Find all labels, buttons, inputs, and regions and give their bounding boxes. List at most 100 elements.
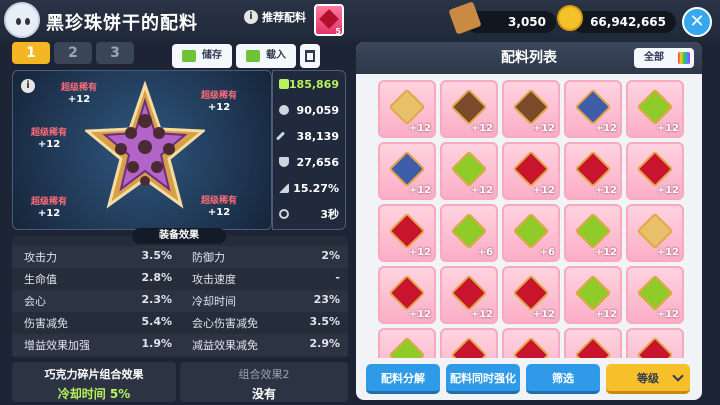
combo-title: 组合效果2 (238, 368, 290, 381)
delete-button[interactable] (300, 44, 320, 68)
topping-card[interactable]: +12 (502, 266, 560, 324)
bulk-enhance-button[interactable]: 配料同时强化 (446, 364, 520, 394)
preset-tabs: 1 2 3 (12, 42, 134, 64)
effect-value: 1.9% (141, 337, 172, 350)
topping-level: +12 (532, 309, 555, 320)
load-button[interactable]: 载入 (236, 44, 296, 68)
choco-topping-icon (450, 88, 488, 126)
topping-level: +12 (408, 185, 431, 196)
effect-key: 攻击力 (24, 251, 57, 264)
topping-card[interactable]: +12 (440, 266, 498, 324)
slot-rarity-left[interactable]: 超级稀有 +12 (31, 128, 67, 150)
topping-card[interactable]: +6 (502, 204, 560, 262)
topping-card[interactable]: +12 (440, 142, 498, 200)
effect-key: 会心 (24, 295, 46, 308)
recommend-count: 5 (335, 27, 341, 36)
berry-topping-icon (574, 336, 612, 358)
stat-value: 90,059 (296, 103, 339, 117)
filter-all-dropdown[interactable]: 全部 (634, 48, 694, 68)
tab-preset-3[interactable]: 3 (96, 42, 134, 64)
topping-level: +12 (656, 247, 679, 258)
list-title: 配料列表 (501, 50, 557, 66)
recommend-topping-card[interactable]: 5 (314, 4, 344, 36)
berry-topping-icon (512, 274, 550, 312)
effect-row: 伤害减免 5.4% 会心伤害减免 3.5% (12, 312, 348, 334)
slot-rarity-bottom-left[interactable]: 超级稀有 +12 (31, 197, 67, 219)
topping-level: +12 (656, 123, 679, 134)
save-button[interactable]: 储存 (172, 44, 232, 68)
stat-crit: 15.27% (273, 175, 345, 201)
lime-topping-icon (512, 212, 550, 250)
topping-level: +6 (477, 247, 493, 258)
sort-dropdown[interactable]: 等级 (606, 364, 690, 394)
berry-topping-icon (450, 274, 488, 312)
topping-card[interactable]: +12 (502, 142, 560, 200)
topping-card[interactable]: +12 (378, 204, 436, 262)
filter-button[interactable]: 筛选 (526, 364, 600, 394)
power-icon (279, 79, 289, 89)
crit-icon (279, 183, 289, 193)
topping-card[interactable]: +12 (564, 266, 622, 324)
topping-card[interactable]: +12 (378, 80, 436, 138)
topping-card[interactable] (502, 328, 560, 358)
topping-level: +12 (656, 309, 679, 320)
topping-card[interactable] (626, 328, 684, 358)
topping-list-panel: 配料列表 全部 +12 +12 +12 +12 +12 +12 +12 +12 +12 +12 +1… (356, 42, 702, 400)
combo-effect-2[interactable]: 组合效果2 没有 (180, 362, 348, 402)
topping-card[interactable]: +6 (440, 204, 498, 262)
lime-topping-icon (636, 88, 674, 126)
berry-topping-icon (388, 212, 426, 250)
topping-card[interactable] (440, 328, 498, 358)
topping-level: +12 (656, 185, 679, 196)
lime-topping-icon (636, 274, 674, 312)
stat-cooldown: 3秒 (273, 201, 345, 227)
effect-key: 增益效果加强 (24, 339, 90, 352)
tab-preset-1[interactable]: 1 (12, 42, 50, 64)
slot-rarity-bottom-right[interactable]: 超级稀有 +12 (201, 196, 237, 218)
topping-level: +12 (594, 185, 617, 196)
topping-card[interactable]: +12 (626, 266, 684, 324)
topping-card[interactable]: +12 (564, 204, 622, 262)
topping-card[interactable]: +12 (626, 204, 684, 262)
effect-key: 生命值 (24, 273, 57, 286)
dismantle-button[interactable]: 配料分解 (366, 364, 440, 394)
effect-value: 2.9% (309, 337, 340, 350)
timer-icon (279, 209, 289, 219)
info-icon[interactable]: i (21, 79, 35, 93)
effect-value: 2% (321, 249, 340, 262)
topping-card[interactable]: +12 (440, 80, 498, 138)
topping-card[interactable]: +12 (564, 142, 622, 200)
topping-card[interactable]: +12 (626, 142, 684, 200)
blue-topping-icon (388, 150, 426, 188)
cream-topping-icon (388, 88, 426, 126)
topping-level: +12 (594, 247, 617, 258)
trash-icon (305, 50, 315, 62)
effect-key: 攻击速度 (192, 273, 236, 286)
effect-value: 2.8% (141, 271, 172, 284)
download-icon (246, 50, 260, 62)
topping-card[interactable] (378, 328, 436, 358)
berry-topping-icon (574, 150, 612, 188)
topping-level: +6 (539, 247, 555, 258)
topping-level: +12 (594, 309, 617, 320)
effects-title: 装备效果 (132, 228, 226, 244)
topping-card[interactable]: +12 (378, 266, 436, 324)
tab-preset-2[interactable]: 2 (54, 42, 92, 64)
topping-card[interactable]: +12 (626, 80, 684, 138)
topping-card[interactable]: +12 (564, 80, 622, 138)
topping-card[interactable]: +12 (378, 142, 436, 200)
coin-currency: 66,942,665 (572, 11, 676, 33)
close-button[interactable]: ✕ (682, 7, 712, 37)
recommend-label: 推荐配料 (262, 11, 306, 24)
topping-card[interactable] (564, 328, 622, 358)
rarity-label: 超级稀有 (201, 196, 238, 206)
lime-topping-icon (388, 336, 426, 358)
topping-card[interactable]: +12 (502, 80, 560, 138)
list-actions: 配料分解 配料同时强化 筛选 等级 (366, 364, 690, 394)
effect-key: 减益效果减免 (192, 339, 258, 352)
topping-level: +12 (532, 185, 555, 196)
combo-effect-1[interactable]: 巧克力碎片组合效果 冷却时间 5% (12, 362, 176, 402)
recommend-button[interactable]: i 推荐配料 (244, 9, 306, 25)
slot-rarity-top-right[interactable]: 超级稀有 +12 (201, 91, 237, 113)
effect-value: - (335, 271, 340, 284)
